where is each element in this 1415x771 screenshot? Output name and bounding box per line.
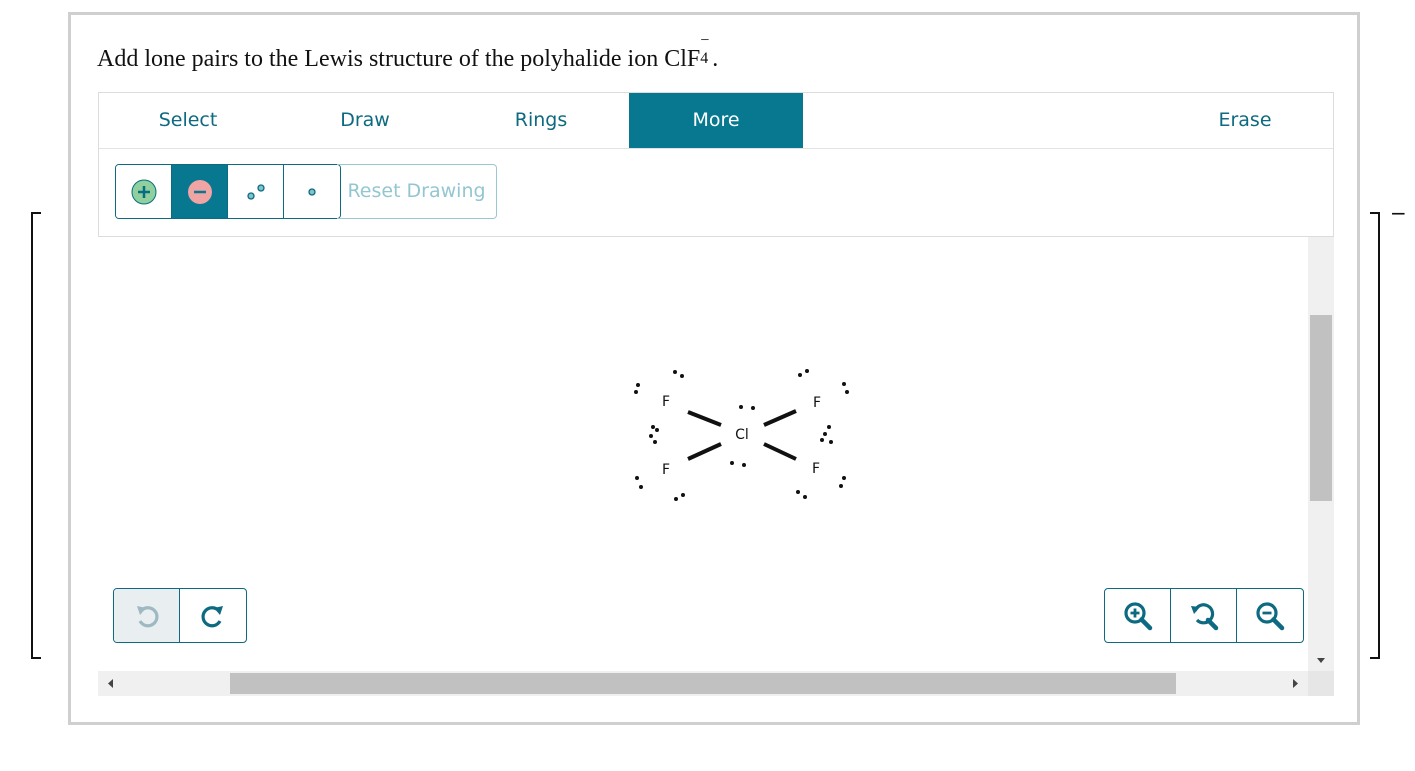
single-electron-button[interactable]: [284, 165, 340, 218]
zoom-button-group: [1104, 588, 1304, 643]
atom-f-lower-right[interactable]: F: [812, 461, 820, 477]
zoom-reset-icon: [1190, 602, 1218, 630]
scrollbar-corner: [1308, 671, 1334, 696]
horizontal-scrollbar[interactable]: [98, 671, 1308, 696]
lone-pair-f-ul-top[interactable]: [673, 370, 684, 378]
structure-editor: Select Draw Rings More Erase Reset Drawi…: [98, 92, 1334, 696]
lone-pair-f-ll-bottom[interactable]: [674, 493, 685, 501]
lone-pair-f-ur-bottom[interactable]: [823, 425, 831, 436]
atom-f-lower-left[interactable]: F: [662, 462, 670, 478]
question-prompt: Add lone pairs to the Lewis structure of…: [97, 32, 719, 73]
lone-pair-button[interactable]: [228, 165, 284, 218]
atom-cl[interactable]: Cl: [735, 427, 749, 443]
plus-circle-icon: [131, 179, 156, 204]
tab-more[interactable]: More: [629, 93, 803, 148]
prompt-period: .: [712, 46, 719, 72]
lone-pair-f-ll-left[interactable]: [635, 476, 643, 489]
zoom-out-icon: [1256, 601, 1285, 630]
redo-button[interactable]: [180, 589, 246, 642]
bond-cl-f-upper-left: [687, 410, 722, 427]
tool-subbar: Reset Drawing: [98, 149, 1334, 237]
zoom-in-icon: [1123, 601, 1152, 630]
remove-lone-pair-button[interactable]: [172, 165, 228, 218]
lone-pair-f-ul-bottom[interactable]: [649, 425, 655, 438]
electron-pair-icon: [246, 183, 265, 200]
single-electron-icon: [308, 187, 316, 196]
scroll-right-arrow-icon[interactable]: [1288, 671, 1302, 696]
right-bracket: [1370, 212, 1380, 659]
drawing-canvas[interactable]: Cl F F F F: [98, 237, 1308, 671]
minus-circle-icon: [187, 179, 212, 204]
ion-charge: −: [1390, 201, 1407, 225]
lone-pair-f-ur-top[interactable]: [798, 369, 809, 377]
atom-f-upper-left[interactable]: F: [662, 394, 670, 410]
lone-pair-f-lr-top[interactable]: [820, 438, 833, 444]
prompt-text: Add lone pairs to the Lewis structure of…: [97, 46, 701, 72]
zoom-reset-button[interactable]: [1171, 589, 1237, 642]
formula-superscript-subscript: −4: [700, 32, 712, 67]
page: − Add lone pairs to the Lewis structure …: [0, 0, 1415, 771]
tab-bar: Select Draw Rings More Erase: [98, 92, 1334, 149]
electron-tool-group: [115, 164, 341, 219]
lone-pair-cl-top[interactable]: [739, 405, 755, 410]
lone-pair-f-ll-top[interactable]: [653, 428, 659, 444]
tab-draw[interactable]: Draw: [277, 93, 453, 148]
tab-select[interactable]: Select: [99, 93, 277, 148]
lone-pair-f-lr-right[interactable]: [839, 476, 846, 488]
add-lone-pair-button[interactable]: [116, 165, 172, 218]
bond-cl-f-lower-right: [763, 442, 797, 461]
redo-icon: [201, 605, 223, 627]
atom-f-upper-right[interactable]: F: [813, 395, 821, 411]
lone-pair-f-ur-right[interactable]: [842, 382, 849, 394]
undo-icon: [136, 605, 159, 627]
lone-pair-f-lr-bottom[interactable]: [796, 490, 807, 499]
history-button-group: [113, 588, 247, 643]
bond-cl-f-lower-left: [687, 442, 722, 461]
zoom-out-button[interactable]: [1237, 589, 1303, 642]
reset-drawing-button[interactable]: Reset Drawing: [337, 164, 497, 219]
vertical-scroll-thumb[interactable]: [1310, 315, 1332, 501]
lone-pair-cl-bottom[interactable]: [730, 461, 746, 467]
scroll-down-arrow-icon[interactable]: [1308, 655, 1334, 667]
undo-button[interactable]: [114, 589, 180, 642]
bond-cl-f-upper-right: [763, 409, 797, 427]
formula-subscript: 4: [700, 50, 709, 67]
formula-charge: −: [700, 32, 710, 49]
lone-pair-f-ul-left[interactable]: [634, 383, 640, 394]
left-bracket: [31, 212, 41, 659]
tab-erase[interactable]: Erase: [1157, 93, 1333, 148]
scroll-left-arrow-icon[interactable]: [104, 671, 118, 696]
zoom-in-button[interactable]: [1105, 589, 1171, 642]
vertical-scrollbar[interactable]: [1308, 237, 1334, 671]
horizontal-scroll-thumb[interactable]: [230, 673, 1176, 694]
tab-rings[interactable]: Rings: [453, 93, 629, 148]
